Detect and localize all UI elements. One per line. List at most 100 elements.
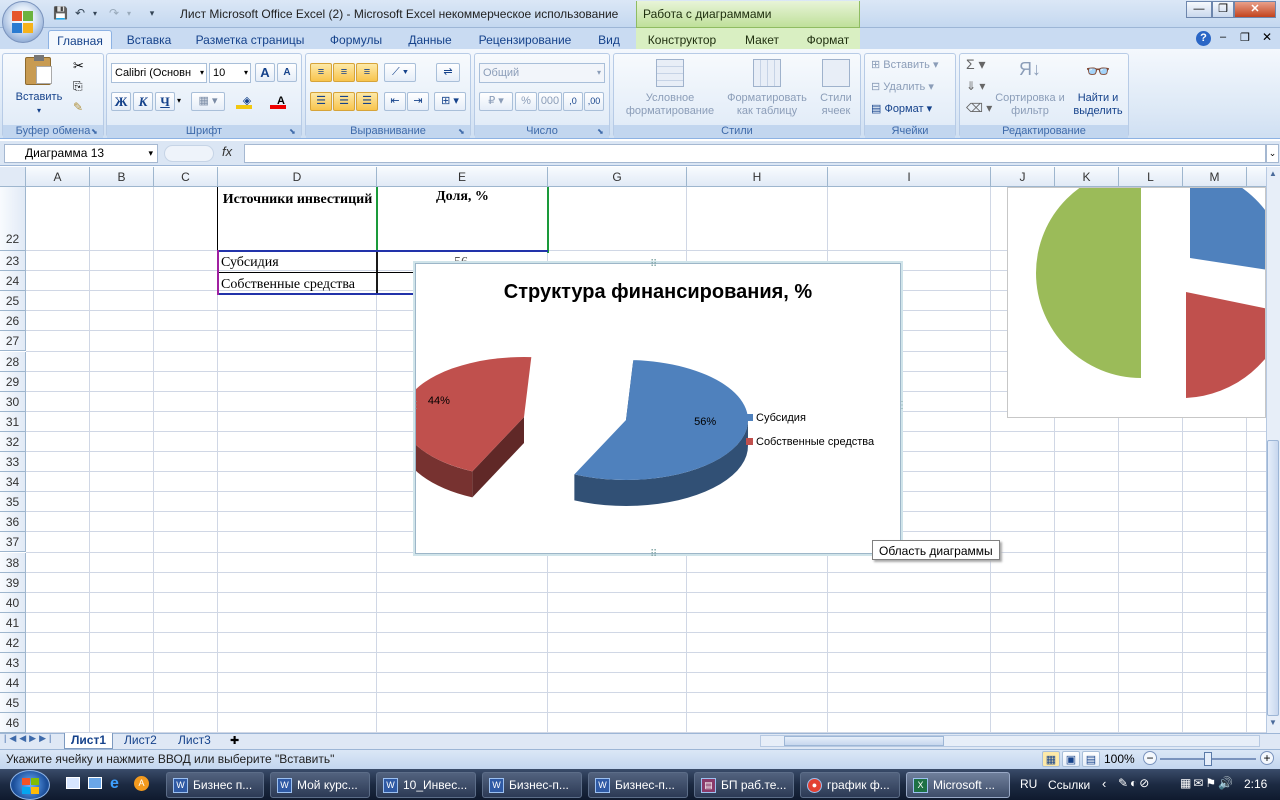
select-all-button[interactable] xyxy=(0,167,26,187)
align-bottom-icon[interactable]: ≡ xyxy=(356,63,378,82)
cell-styles-button[interactable]: Стили ячеек xyxy=(812,56,860,122)
column-header[interactable]: C xyxy=(154,167,218,187)
shrink-font-button[interactable]: A xyxy=(277,63,297,82)
row-header[interactable]: 39 xyxy=(0,572,26,593)
tab-formulas[interactable]: Формулы xyxy=(320,30,392,50)
column-header[interactable]: I xyxy=(828,167,991,187)
format-painter-icon[interactable]: ✎ xyxy=(73,100,83,114)
start-button[interactable] xyxy=(10,770,50,800)
column-header[interactable]: K xyxy=(1055,167,1119,187)
page-layout-view-icon[interactable]: ▣ xyxy=(1062,751,1080,767)
cell-d22[interactable]: Источники инвестиций xyxy=(219,189,376,210)
percent-button[interactable]: % xyxy=(515,92,537,111)
taskbar-item-word-4[interactable]: W Бизнес-п... xyxy=(482,772,582,798)
currency-icon[interactable]: ₽ ▾ xyxy=(479,92,513,111)
wrap-text-icon[interactable]: ⇌ xyxy=(436,63,460,82)
tray-icons[interactable]: ✎◐⊘ xyxy=(1118,776,1151,790)
sort-filter-button[interactable]: Я↓ Сортировка и фильтр xyxy=(994,56,1066,122)
language-indicator[interactable]: RU xyxy=(1020,777,1037,791)
undo-icon[interactable]: ↶ xyxy=(72,5,88,21)
row-header[interactable]: 23 xyxy=(0,251,26,272)
bold-button[interactable]: Ж xyxy=(111,92,131,111)
copy-icon[interactable]: ⎘ xyxy=(73,79,83,94)
internet-explorer-icon[interactable]: e xyxy=(110,775,119,793)
row-header[interactable]: 40 xyxy=(0,592,26,613)
horizontal-scroll-thumb[interactable] xyxy=(784,736,944,746)
row-header[interactable]: 26 xyxy=(0,311,26,332)
column-header[interactable]: G xyxy=(548,167,687,187)
row-header[interactable]: 35 xyxy=(0,492,26,513)
sheet-tab-1[interactable]: Лист1 xyxy=(64,733,114,749)
orientation-icon[interactable]: ⟋ ▾ xyxy=(384,63,416,82)
row-header[interactable]: 27 xyxy=(0,331,26,352)
column-header[interactable]: B xyxy=(90,167,154,187)
thousands-button[interactable]: 000 xyxy=(538,92,562,111)
align-center-icon[interactable]: ☰ xyxy=(333,92,355,111)
clear-icon[interactable]: ⌫ ▾ xyxy=(966,102,992,115)
switch-windows-icon[interactable] xyxy=(88,777,102,789)
customize-qat-icon[interactable]: ▾ xyxy=(146,5,158,21)
tab-page-layout[interactable]: Разметка страницы xyxy=(188,30,312,50)
links-toolbar[interactable]: Ссылки xyxy=(1048,778,1090,792)
resize-handle-right[interactable]: ⋮ xyxy=(897,400,907,411)
taskbar-item-word-3[interactable]: W 10_Инвес... xyxy=(376,772,476,798)
font-color-button[interactable]: A xyxy=(265,92,297,111)
resize-handle-left[interactable]: ⋮ xyxy=(411,400,421,411)
delete-cells-button[interactable]: ⊟ Удалить ▾ xyxy=(871,81,934,94)
chevron-left-icon[interactable]: ‹ xyxy=(1102,776,1106,791)
name-box[interactable]: Диаграмма 13 ▾ xyxy=(4,144,158,163)
row-header[interactable]: 43 xyxy=(0,653,26,674)
row-header[interactable]: 33 xyxy=(0,452,26,473)
font-size-combo[interactable]: 10 ▾ xyxy=(209,63,251,83)
format-cells-button[interactable]: ▤ Формат ▾ xyxy=(871,103,932,116)
page-break-view-icon[interactable]: ▤ xyxy=(1082,751,1100,767)
column-header[interactable]: E xyxy=(377,167,548,187)
underline-button[interactable]: Ч xyxy=(155,92,175,111)
increase-decimal-icon[interactable]: ,0 xyxy=(563,92,583,111)
row-header[interactable]: 34 xyxy=(0,472,26,493)
dialog-launcher-icon[interactable]: ⬊ xyxy=(91,127,98,136)
row-header[interactable]: 41 xyxy=(0,612,26,633)
row-header[interactable]: 46 xyxy=(0,713,26,733)
resize-handle-top[interactable]: ⠿ xyxy=(650,259,657,270)
zoom-slider-thumb[interactable] xyxy=(1204,752,1212,766)
tab-view[interactable]: Вид xyxy=(588,30,630,50)
tab-review[interactable]: Рецензирование xyxy=(470,30,580,50)
zoom-in-icon[interactable]: + xyxy=(1260,751,1274,765)
redo-dropdown-icon[interactable]: ▾ xyxy=(124,5,134,21)
decrease-decimal-icon[interactable]: ,00 xyxy=(584,92,604,111)
cell-e22[interactable]: Доля, % xyxy=(378,189,547,205)
fill-icon[interactable]: ⇓ ▾ xyxy=(966,80,985,93)
cell-d23[interactable]: Субсидия xyxy=(221,255,279,271)
insert-function-button[interactable]: fx xyxy=(222,144,232,159)
tray-icons-2[interactable]: ▦✉⚑🔊 xyxy=(1180,776,1235,790)
scroll-up-icon[interactable]: ▲ xyxy=(1267,169,1279,181)
tab-data[interactable]: Данные xyxy=(398,30,462,50)
minimize-icon[interactable]: — xyxy=(1186,1,1212,18)
row-header[interactable]: 29 xyxy=(0,371,26,392)
cell-d24[interactable]: Собственные средства xyxy=(221,277,355,293)
column-header[interactable]: A xyxy=(26,167,90,187)
number-format-combo[interactable]: Общий ▾ xyxy=(479,63,605,83)
row-header[interactable]: 37 xyxy=(0,532,26,553)
insert-sheet-icon[interactable]: ✚ xyxy=(230,734,239,747)
tab-format[interactable]: Формат xyxy=(798,30,858,50)
column-header[interactable]: J xyxy=(991,167,1055,187)
ribbon-minimize-icon[interactable]: – xyxy=(1220,31,1226,43)
zoom-level[interactable]: 100% xyxy=(1104,752,1135,766)
save-icon[interactable]: 💾 xyxy=(52,5,68,21)
scroll-down-icon[interactable]: ▼ xyxy=(1267,718,1279,730)
sheet-tab-2[interactable]: Лист2 xyxy=(118,733,163,749)
chart-area[interactable]: Структура финансирования, % 56% 44% Субси… xyxy=(402,263,901,554)
formula-input[interactable] xyxy=(244,144,1266,163)
column-header[interactable]: D xyxy=(218,167,377,187)
align-middle-icon[interactable]: ≡ xyxy=(333,63,355,82)
office-button[interactable] xyxy=(2,1,44,43)
row-header[interactable]: 42 xyxy=(0,632,26,653)
close-icon[interactable]: ✕ xyxy=(1234,1,1276,18)
normal-view-icon[interactable]: ▦ xyxy=(1042,751,1060,767)
tab-insert[interactable]: Вставка xyxy=(118,30,180,50)
expand-formula-bar-icon[interactable]: ⌄ xyxy=(1266,144,1279,163)
ribbon-restore-icon[interactable]: ❐ xyxy=(1240,31,1250,44)
help-icon[interactable]: ? xyxy=(1196,31,1211,46)
